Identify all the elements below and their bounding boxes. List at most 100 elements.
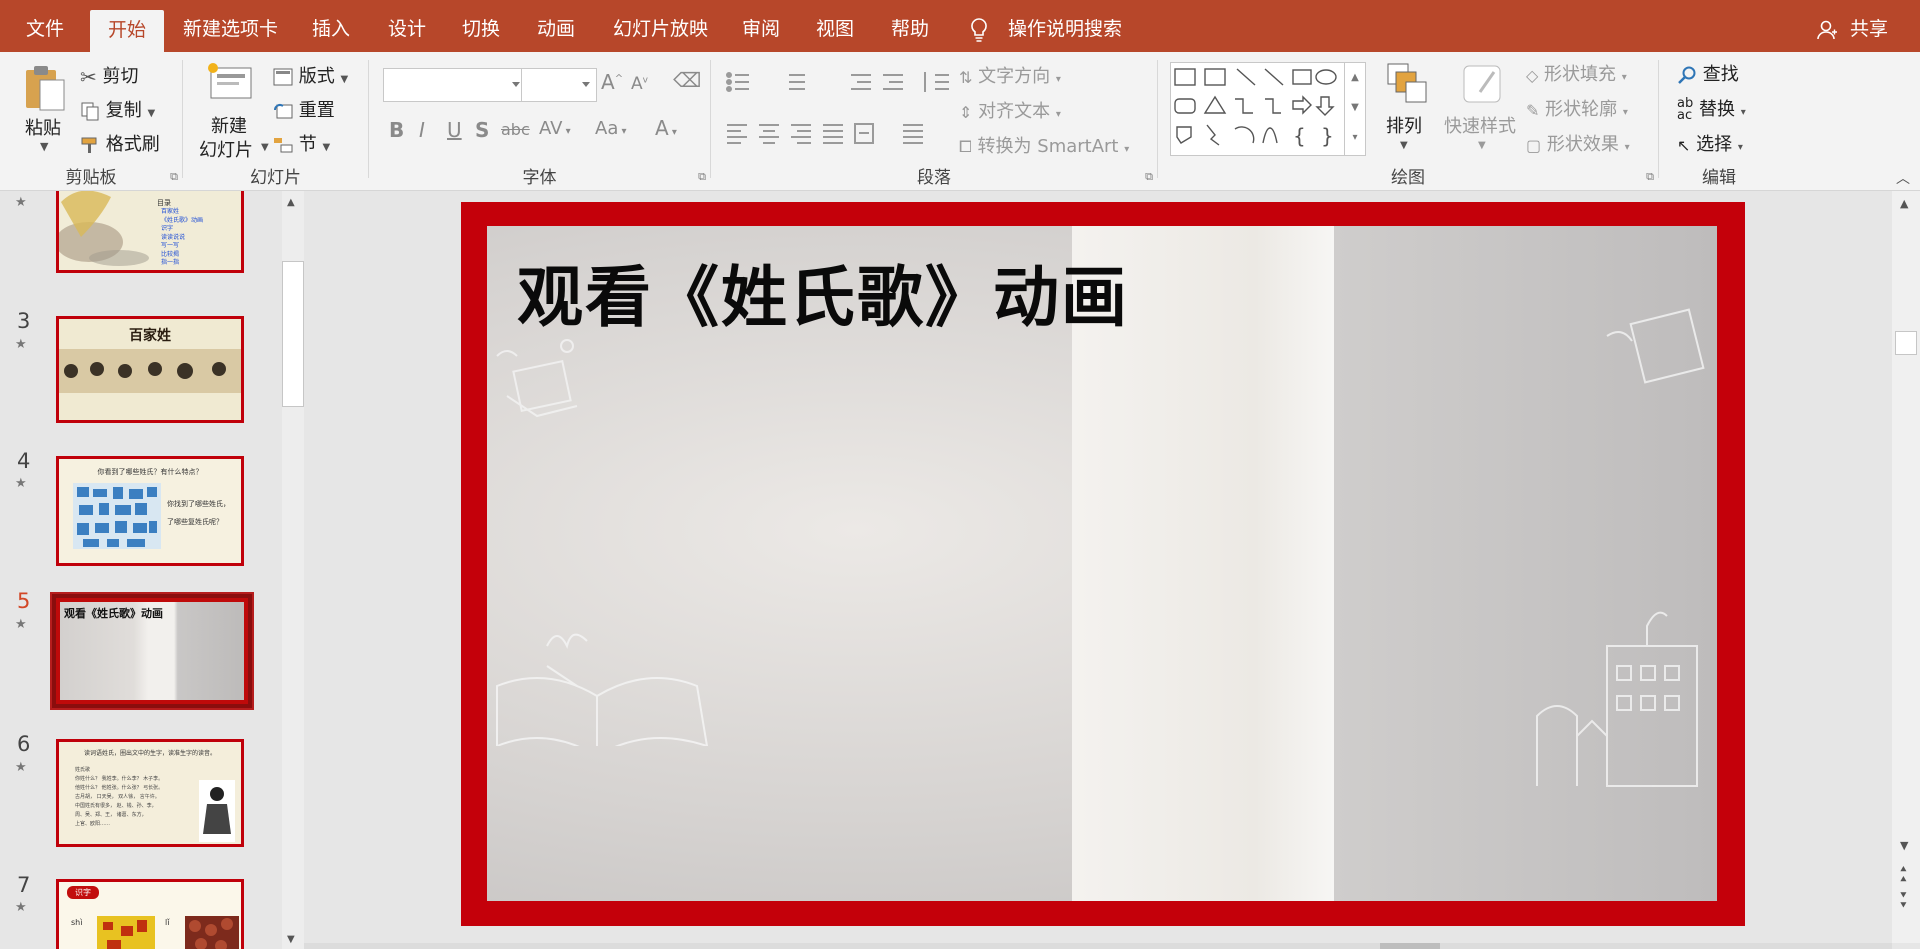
layout-label: 版式 (298, 66, 335, 87)
tab-home[interactable]: 开始 (90, 10, 165, 52)
strikethrough-icon[interactable]: abc (501, 120, 530, 139)
animation-star-icon: ★ (15, 900, 27, 915)
slide-thumbnail[interactable]: 百家姓 (56, 316, 244, 423)
section-button[interactable]: 节 ▼ (273, 130, 330, 156)
quick-styles-label: 快速样式 (1444, 116, 1516, 137)
tab-transitions[interactable]: 切换 (462, 0, 500, 52)
next-slide-icon[interactable]: ⯆ ⯆ (1899, 890, 1908, 911)
smartart-button[interactable]: ⧠ 转换为 SmartArt ▾ (959, 132, 1129, 158)
tab-slideshow[interactable]: 幻灯片放映 (613, 0, 708, 52)
copy-button[interactable]: 复制 ▼ (80, 96, 155, 122)
scroll-up-icon[interactable]: ▲ (1900, 197, 1908, 210)
new-slide-label-1: 新建 (211, 116, 247, 137)
replace-button[interactable]: ab ac 替换 ▾ (1677, 95, 1746, 122)
underline-icon[interactable]: U (447, 118, 462, 142)
tab-review[interactable]: 审阅 (742, 0, 780, 52)
scissors-icon: ✂ (80, 65, 97, 89)
cut-button[interactable]: ✂ 剪切 (80, 62, 139, 89)
replace-label: 替换 (1698, 99, 1735, 120)
reset-button[interactable]: 重置 (273, 96, 335, 122)
svg-text:{: { (1293, 124, 1306, 148)
arrange-button[interactable]: 排列 ▼ (1380, 62, 1434, 162)
slide-thumbnail[interactable]: 你看到了哪些姓氏？有什么特点？ 你找到了哪些姓氏， 了哪些复姓氏呢？ (56, 456, 244, 566)
text-direction-button[interactable]: ⇅ 文字方向 ▾ (959, 62, 1061, 88)
tab-design[interactable]: 设计 (388, 0, 426, 52)
scroll-down-icon[interactable]: ▼ (287, 934, 295, 945)
previous-slide-icon[interactable]: ⯅ ⯅ (1899, 864, 1908, 885)
shapes-gallery[interactable]: { } ▲ ▼ ▾ (1170, 62, 1366, 156)
replace-icon: ab ac (1677, 96, 1694, 123)
tell-me-search[interactable]: 操作说明搜索 (968, 0, 1122, 52)
shrink-font-icon[interactable]: Av (631, 74, 648, 94)
thumbnail-scrollbar[interactable]: ▲ ▼ (282, 191, 304, 949)
tab-file[interactable]: 文件 (26, 0, 64, 52)
grow-font-icon[interactable]: A^ (601, 70, 623, 94)
new-slide-button[interactable]: 新建 幻灯片 ▼ (197, 60, 269, 161)
italic-icon[interactable]: I (419, 118, 425, 142)
current-slide[interactable]: 观看《姓氏歌》动画 (461, 202, 1745, 926)
select-button[interactable]: ↖ 选择 ▾ (1677, 130, 1743, 156)
font-color-icon[interactable]: A ▾ (655, 116, 677, 140)
dialog-launcher-icon[interactable]: ⧉ (698, 170, 706, 184)
change-case-label: Aa (595, 118, 619, 139)
list-indent-icons[interactable] (725, 70, 965, 94)
slide-thumbnail[interactable]: 读词语姓氏，圈出文中的生字，读准生字的读音。 姓氏歌 你姓什么？ 我姓李。什么李？… (56, 739, 244, 847)
slides-group-label: 幻灯片 (250, 168, 301, 188)
paste-button[interactable]: 粘贴 ▼ (18, 60, 70, 160)
reset-icon (274, 104, 293, 119)
scroll-thumb[interactable] (1380, 943, 1440, 949)
quick-styles-icon (1463, 65, 1501, 103)
shadow-icon[interactable]: S (475, 118, 489, 142)
effects-icon: ▢ (1526, 135, 1542, 155)
editing-group: 查找 ab ac 替换 ▾ ↖ 选择 ▾ 编辑 (1659, 52, 1779, 190)
tab-animations[interactable]: 动画 (537, 0, 575, 52)
char-spacing-icon[interactable]: AV ▾ (539, 118, 571, 139)
slide-thumbnail[interactable]: 识字 shì lǐ (56, 879, 244, 949)
tab-insert[interactable]: 插入 (312, 0, 350, 52)
tab-help[interactable]: 帮助 (891, 0, 929, 52)
slide-thumbnail-pane: ★ 目录 百家姓 《姓氏歌》动画 识字 读读说说 写一写 比较揭 指一指 3 ★ 百家姓 4… (0, 191, 282, 949)
find-button[interactable]: 查找 (1677, 60, 1739, 86)
new-slide-icon (208, 63, 252, 99)
quick-styles-button[interactable]: 快速样式 ▼ (1444, 62, 1520, 162)
slide-title[interactable]: 观看《姓氏歌》动画 (517, 244, 1129, 340)
tab-view[interactable]: 视图 (816, 0, 854, 52)
format-painter-button[interactable]: 格式刷 (80, 130, 160, 156)
collapse-ribbon-icon[interactable]: ︿ (1896, 168, 1910, 188)
shape-effects-button[interactable]: ▢ 形状效果 ▾ (1526, 130, 1630, 156)
tab-new-tab[interactable]: 新建选项卡 (183, 0, 278, 52)
clear-format-icon[interactable]: ⌫ (673, 68, 701, 92)
slide-thumbnail-selected[interactable]: 观看《姓氏歌》动画 (50, 592, 254, 710)
share-button[interactable]: 共享 (1816, 0, 1888, 52)
ribbon: 粘贴 ▼ ✂ 剪切 复制 ▼ 格式刷 剪贴板 ⧉ 新建 幻灯片 ▼ 版式 ▼ 重… (0, 52, 1920, 191)
align-text-button[interactable]: ⇕ 对齐文本 ▾ (959, 97, 1061, 123)
dialog-launcher-icon[interactable]: ⧉ (170, 170, 178, 184)
alignment-icons[interactable] (725, 122, 935, 144)
horizontal-scrollbar[interactable] (304, 943, 1892, 949)
scroll-up-icon[interactable]: ▲ (287, 197, 295, 208)
layout-button[interactable]: 版式 ▼ (273, 62, 348, 88)
align-text-icon: ⇕ (959, 102, 973, 122)
slide-scrollbar[interactable]: ▲ ▼ ⯅ ⯅ ⯆ ⯆ (1892, 191, 1920, 943)
animation-star-icon: ★ (15, 617, 27, 632)
dialog-launcher-icon[interactable]: ⧉ (1646, 170, 1654, 184)
drawing-group-label: 绘图 (1391, 168, 1425, 188)
change-case-button[interactable]: Aa ▾ (595, 118, 627, 139)
gallery-scroll[interactable]: ▲ ▼ ▾ (1344, 63, 1365, 155)
thumb-pinyin-2: lǐ (165, 918, 170, 927)
scroll-down-icon[interactable]: ▼ (1900, 839, 1908, 852)
font-group: A^ Av ⌫ B I U S abc AV ▾ Aa ▾ A ▾ 字体 ⧉ (369, 52, 710, 190)
smartart-icon: ⧠ (959, 137, 972, 156)
scroll-thumb[interactable] (1895, 331, 1917, 355)
dialog-launcher-icon[interactable]: ⧉ (1145, 170, 1153, 184)
font-size-combo[interactable] (521, 68, 597, 102)
slide-thumbnail[interactable]: 目录 百家姓 《姓氏歌》动画 识字 读读说说 写一写 比较揭 指一指 (56, 191, 244, 273)
shape-fill-button[interactable]: ◇ 形状填充 ▾ (1526, 60, 1627, 86)
ribbon-tab-bar: 文件 开始 新建选项卡 插入 设计 切换 动画 幻灯片放映 审阅 视图 帮助 操… (0, 0, 1920, 52)
bold-icon[interactable]: B (389, 118, 404, 142)
scroll-thumb[interactable] (282, 261, 304, 407)
slide-number: 3 (17, 309, 31, 333)
shape-outline-button[interactable]: ✎ 形状轮廓 ▾ (1526, 95, 1628, 121)
slide-background: 观看《姓氏歌》动画 (487, 226, 1717, 901)
font-name-combo[interactable] (383, 68, 527, 102)
